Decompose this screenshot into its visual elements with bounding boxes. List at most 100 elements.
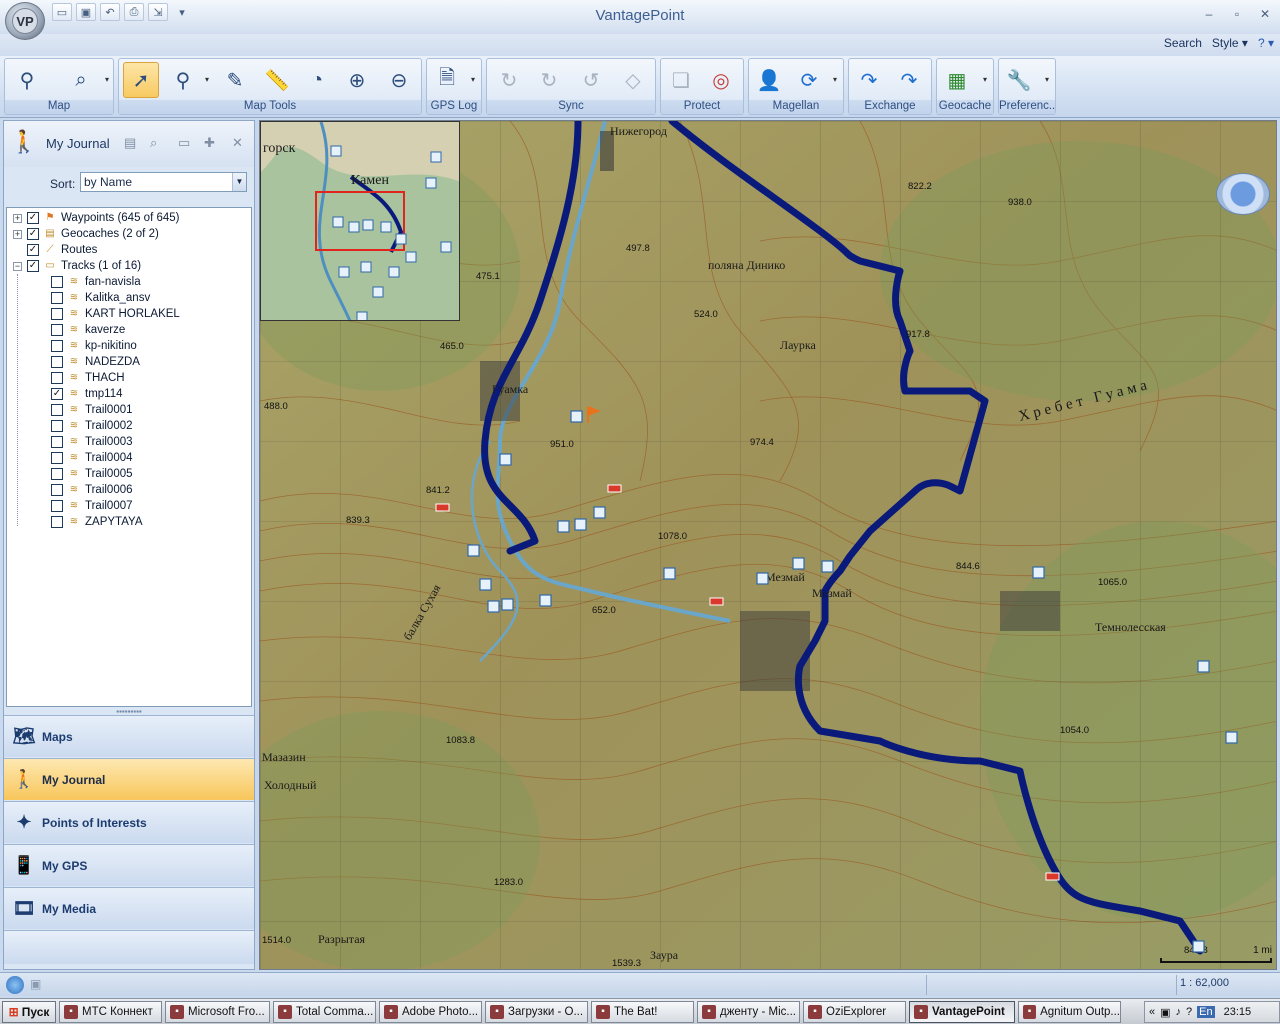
tree-item[interactable]: ≋ Kalitka_ansv [51, 290, 150, 306]
help-tray-icon[interactable]: ? [1186, 1006, 1192, 1018]
tree-checkbox[interactable]: ✓ [27, 260, 39, 272]
nav-my-journal[interactable]: 🚶 My Journal [4, 758, 254, 800]
lifebuoy-icon[interactable]: ◎ [703, 62, 739, 98]
tree-checkbox[interactable]: ✓ [51, 388, 63, 400]
tree-checkbox[interactable] [51, 308, 63, 320]
tray-expand-icon[interactable]: « [1149, 1006, 1155, 1018]
tree-item[interactable]: ≋ kp-nikitino [51, 338, 137, 354]
waypoint-icon[interactable] [663, 567, 676, 580]
gps-log-dropdown[interactable]: ▾ [471, 75, 475, 84]
preferences-dropdown[interactable]: ▾ [1045, 75, 1049, 84]
waypoint-icon[interactable] [1197, 660, 1210, 673]
taskbar-button[interactable]: ▪ Microsoft Fro... [165, 1000, 270, 1023]
geocache-marker-icon[interactable] [709, 597, 724, 606]
magellan-dropdown[interactable]: ▾ [833, 75, 837, 84]
tree-checkbox[interactable] [51, 340, 63, 352]
taskbar-button[interactable]: ▪ Загрузки - О... [485, 1000, 588, 1023]
tree-item[interactable]: ≋ Trail0002 [51, 418, 133, 434]
tree-item[interactable]: ≋ fan-navisla [51, 274, 141, 290]
gps-log-icon[interactable]: 🗎 [429, 62, 465, 98]
binoculars-icon[interactable]: ⚲ [9, 62, 45, 98]
waypoint-icon[interactable] [1225, 731, 1238, 744]
tree-checkbox[interactable] [51, 468, 63, 480]
zoom-in-icon[interactable]: ⊕ [339, 62, 375, 98]
tree-item[interactable]: ≋ KART HORLAKEL [51, 306, 180, 322]
expand-toggle[interactable]: + [13, 229, 22, 239]
wrench-icon[interactable]: 🔧 [1001, 62, 1037, 98]
taskbar-button[interactable]: ▪ Total Comma... [273, 1000, 376, 1023]
tree-checkbox[interactable]: ✓ [27, 212, 39, 224]
waypoint-icon[interactable] [467, 544, 480, 557]
language-indicator[interactable]: En [1197, 1006, 1215, 1018]
geocache-dropdown[interactable]: ▾ [983, 75, 987, 84]
tree-checkbox[interactable] [51, 324, 63, 336]
volume-icon[interactable]: ♪ [1176, 1006, 1182, 1018]
nav-maps[interactable]: 🗺 Maps [4, 715, 254, 757]
minimize-button[interactable]: – [1200, 6, 1218, 22]
waypoint-icon[interactable] [557, 520, 570, 533]
taskbar-button[interactable]: ▪ дженту - Mic... [697, 1000, 800, 1023]
add-icon[interactable]: ✚ [204, 135, 215, 151]
sync-down-icon[interactable]: ↺ [573, 62, 609, 98]
new-folder-icon[interactable]: ▭ [178, 135, 190, 151]
waypoint-icon[interactable] [499, 453, 512, 466]
waypoint-icon[interactable] [756, 572, 769, 585]
tree-item[interactable]: ✓ ≋ tmp114 [51, 386, 123, 402]
tree-checkbox[interactable] [51, 356, 63, 368]
expand-toggle[interactable]: + [13, 213, 22, 223]
expand-toggle[interactable]: − [13, 261, 22, 271]
tree-checkbox[interactable]: ✓ [27, 228, 39, 240]
waypoint-icon[interactable] [487, 600, 500, 613]
geocache-icon[interactable]: ▦ [939, 62, 975, 98]
tree-checkbox[interactable] [51, 484, 63, 496]
tree-item[interactable]: + ✓ ⚑ Waypoints (645 of 645) [13, 210, 179, 226]
tree-item[interactable]: + ✓ ▤ Geocaches (2 of 2) [13, 226, 159, 242]
pointer-arrow-icon[interactable]: ➚ [123, 62, 159, 98]
waypoint-icon[interactable] [479, 578, 492, 591]
close-panel-icon[interactable]: ✕ [232, 135, 243, 151]
tree-item[interactable]: ≋ Trail0006 [51, 482, 133, 498]
tree-item[interactable]: ≋ kaverze [51, 322, 125, 338]
sync-icon[interactable]: ↻ [491, 62, 527, 98]
waypoint-icon[interactable] [1032, 566, 1045, 579]
tree-item[interactable]: ≋ Trail0004 [51, 450, 133, 466]
geocache-marker-icon[interactable] [435, 503, 450, 512]
chevron-down-icon[interactable]: ▼ [232, 173, 246, 191]
refresh-icon[interactable]: ⟳ [791, 62, 827, 98]
tree-checkbox[interactable] [51, 420, 63, 432]
map-view[interactable]: Нижегород Гуамка Мезмай Темнолесская Хребет … [259, 120, 1277, 970]
compass-icon[interactable]: ◔ [299, 62, 335, 98]
start-button[interactable]: ⊞ Пуск [2, 1000, 56, 1023]
tree-checkbox[interactable] [51, 516, 63, 528]
taskbar-button[interactable]: ▪ VantagePoint [909, 1000, 1015, 1023]
waypoint-icon[interactable] [792, 557, 805, 570]
search-icon[interactable]: ⌕ [150, 135, 157, 151]
taskbar-button[interactable]: ▪ МТС Коннект [59, 1000, 162, 1023]
nav-my-gps[interactable]: 📱 My GPS [4, 844, 254, 886]
close-button[interactable]: ✕ [1256, 6, 1274, 22]
expand-toggle[interactable] [13, 246, 22, 255]
tree-item[interactable]: ≋ ZAPYTAYA [51, 514, 143, 530]
zoom-window-icon[interactable]: ⌕ [63, 62, 99, 98]
nav-points-of-interests[interactable]: ✦ Points of Interests [4, 801, 254, 843]
nav-my-media[interactable]: 🎞 My Media [4, 887, 254, 929]
tree-checkbox[interactable] [51, 372, 63, 384]
tree-item[interactable]: ≋ Trail0005 [51, 466, 133, 482]
geocache-marker-icon[interactable] [1045, 872, 1060, 881]
exchange-receive-icon[interactable]: ↷ [891, 62, 927, 98]
taskbar-button[interactable]: ▪ OziExplorer [803, 1000, 906, 1023]
waypoint-icon[interactable] [593, 506, 606, 519]
geocache-marker-icon[interactable] [607, 484, 622, 493]
tree-checkbox[interactable] [51, 404, 63, 416]
tree-item[interactable]: ≋ Trail0003 [51, 434, 133, 450]
application-orb[interactable]: VP [5, 2, 45, 40]
ie-globe-icon[interactable] [6, 976, 24, 994]
maximize-button[interactable]: ▫ [1228, 6, 1246, 22]
waypoint-icon[interactable] [574, 518, 587, 531]
pushpin-dropdown[interactable]: ▾ [205, 75, 209, 84]
tree-checkbox[interactable] [51, 500, 63, 512]
user-account-icon[interactable]: 👤 [751, 62, 787, 98]
tree-checkbox[interactable] [51, 292, 63, 304]
taskbar-button[interactable]: ▪ Agnitum Outp... [1018, 1000, 1121, 1023]
sort-select[interactable]: by Name ▼ [80, 172, 247, 192]
